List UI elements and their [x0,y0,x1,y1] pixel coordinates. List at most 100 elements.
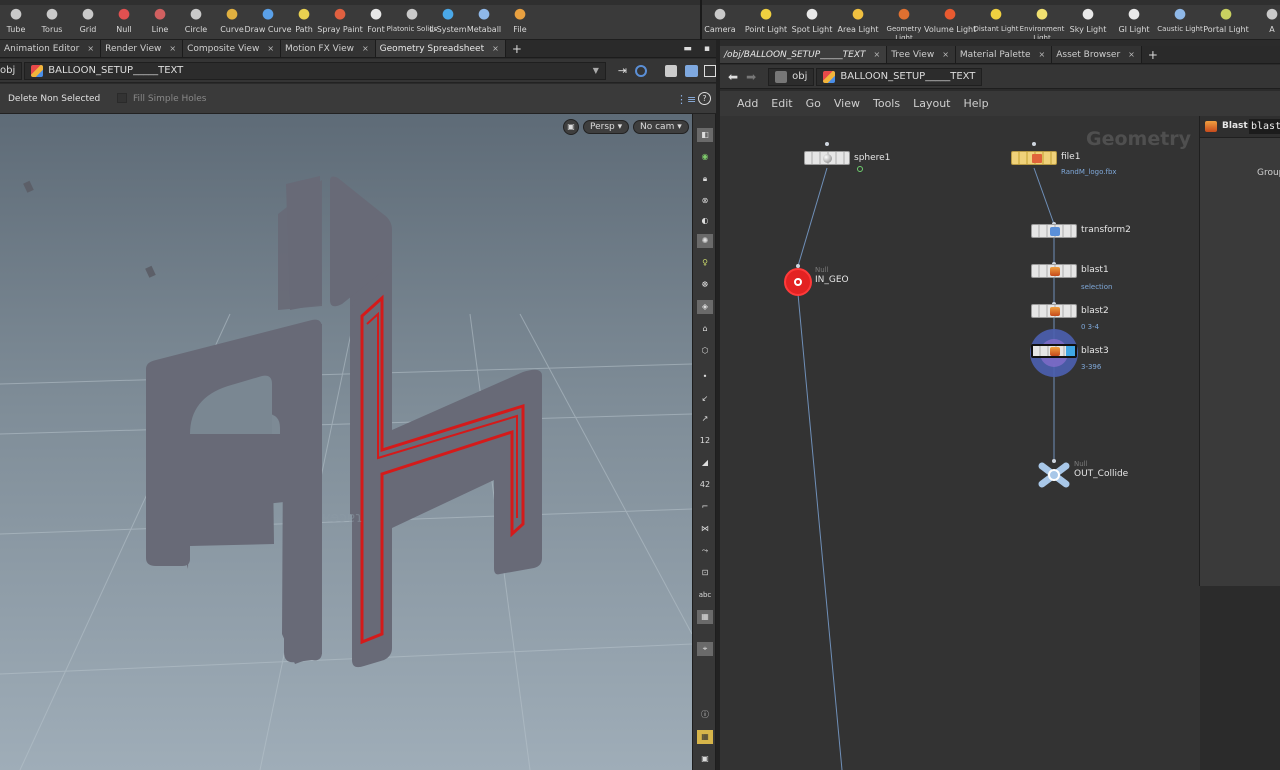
back-arrow-icon[interactable]: ⬅ [728,70,738,84]
close-icon[interactable]: × [267,44,274,53]
location-icon[interactable]: ⌖ [697,642,713,656]
viewport-lock-icon[interactable]: ▣ [563,119,579,135]
camera-icon[interactable]: ⌂ [697,322,713,336]
display-options-icon[interactable]: ⋮≡ [676,93,696,106]
tab-motion-fx-view[interactable]: Motion FX View × [281,40,376,57]
network-editor[interactable]: Geometry sphere1 Null IN_GEO file1 RandM… [720,116,1200,770]
node-out-collide[interactable] [1037,461,1071,489]
forward-arrow-icon[interactable]: ➡ [746,70,756,84]
shelf-tool-distant-light[interactable]: Distant Light [970,7,1022,34]
tab-network-editor[interactable]: /obj/BALLOON_SETUP_____TEXT × [720,46,888,63]
delete-non-selected-toggle[interactable]: Delete Non Selected [8,94,100,104]
path-root[interactable]: obj [768,67,815,86]
shelf-tool-file[interactable]: File [494,7,546,34]
close-icon[interactable]: × [169,44,176,53]
close-icon[interactable]: × [1039,50,1046,59]
shelf-tool-spot-light[interactable]: Spot Light [786,7,838,34]
shelf-tool-point-light[interactable]: Point Light [740,7,792,34]
tab-composite-view[interactable]: Composite View × [183,40,282,57]
close-icon[interactable]: × [362,44,369,53]
node-file1[interactable] [1011,151,1057,165]
uv-icon[interactable]: ⌐ [697,500,713,514]
camera-menu[interactable]: No cam ▾ [633,120,689,134]
menu-add[interactable]: Add [737,97,758,110]
vertex-normals-icon[interactable]: ↗ [697,412,713,426]
viewport-scene[interactable]: ʁɘɔɐɿ [0,114,692,770]
visibility-icon[interactable]: ◉ [697,150,713,164]
shading-icon[interactable]: ◐ [697,214,713,228]
prim-normals-icon[interactable]: ◢ [697,456,713,470]
grid-toggle-icon[interactable]: ▦ [697,730,713,744]
pane-menu-icon[interactable]: ▬ [677,40,698,57]
maximize-icon[interactable] [704,64,716,77]
link-icon[interactable] [635,64,647,77]
prim-numbers-icon[interactable]: 42 [697,478,713,492]
tab-tree-view[interactable]: Tree View × [887,46,956,63]
add-tab-icon[interactable]: + [506,40,528,57]
close-icon[interactable]: × [492,44,499,53]
menu-layout[interactable]: Layout [913,97,950,110]
hull-icon[interactable]: ⋈ [697,522,713,536]
info-icon[interactable]: ⓘ [697,708,713,722]
shelf-tab-strip[interactable] [702,0,1280,5]
snapshot-icon[interactable]: ▣ [697,752,713,766]
node-blast2[interactable] [1031,304,1077,318]
shelf-tool-caustic-light[interactable]: Caustic Light [1154,7,1206,34]
persp-menu[interactable]: Persp ▾ [583,120,630,134]
menu-tools[interactable]: Tools [873,97,900,110]
pin-icon[interactable]: ⇥ [618,64,627,77]
camera-light-icon[interactable]: ☸ [697,278,713,292]
profile-icon[interactable]: ⤳ [697,544,713,558]
tab-material-palette[interactable]: Material Palette × [955,46,1053,63]
node-in-geo[interactable] [784,268,812,296]
shelf-tool-area-light[interactable]: Area Light [832,7,884,34]
shelf-tool-geometry-light[interactable]: Geometry Light [878,7,930,39]
tab-render-view[interactable]: Render View × [101,40,184,57]
shelf-tool-sky-light[interactable]: Sky Light [1062,7,1114,34]
display-icon[interactable] [684,64,699,77]
menu-view[interactable]: View [834,97,860,110]
group-icon[interactable]: ⬡ [697,344,713,358]
fill-simple-holes-checkbox[interactable] [117,93,127,103]
point-numbers-icon[interactable]: 12 [697,434,713,448]
point-icon[interactable]: • [697,370,713,384]
menu-help[interactable]: Help [964,97,989,110]
param-node-name-field[interactable]: blast [1249,119,1280,134]
close-icon[interactable]: × [874,50,881,59]
lock-icon[interactable]: 🔒︎ [697,172,713,186]
node-blast1[interactable] [1031,264,1077,278]
maximize-pane-icon[interactable]: ▪ [698,40,716,57]
shelf-tool-environment-light[interactable]: Environment Light [1016,7,1068,39]
wireframe-icon[interactable]: ⊡ [697,566,713,580]
tab-geometry-spreadsheet[interactable]: Geometry Spreadsheet × [375,40,506,57]
add-tab-icon[interactable]: + [1142,46,1164,63]
display-flag[interactable] [1066,346,1075,356]
help-icon[interactable]: ? [698,92,711,105]
tab-asset-browser[interactable]: Asset Browser × [1052,46,1142,63]
image-icon[interactable]: ▦ [697,610,713,624]
close-icon[interactable]: × [942,50,949,59]
node-transform2[interactable] [1031,224,1077,238]
path-root[interactable]: obj [0,61,23,80]
light-bulb-icon[interactable]: ♀ [697,256,713,270]
normals-icon[interactable]: ↙ [697,392,713,406]
ghost-icon[interactable]: ◈ [697,300,713,314]
tab-animation-editor[interactable]: Animation Editor × [0,40,102,57]
path-node[interactable]: BALLOON_SETUP_____TEXT ▼ [24,61,606,80]
render-icon[interactable] [664,64,677,77]
shelf-tool-portal-light[interactable]: Portal Light [1200,7,1252,34]
pane-divider[interactable] [700,0,702,40]
close-icon[interactable]: × [87,44,94,53]
snap-icon[interactable]: ⊗ [697,194,713,208]
text-labels-icon[interactable]: abc [697,588,713,602]
close-icon[interactable]: × [1128,50,1135,59]
node-sphere1[interactable] [804,151,850,165]
shelf-tool-volume-light[interactable]: Volume Light [924,7,976,34]
shelf-tab-strip[interactable] [0,0,700,5]
scene-viewport[interactable]: ʁɘɔɐɿ ▣ Persp ▾ No cam ▾ [0,114,692,770]
menu-edit[interactable]: Edit [771,97,792,110]
chevron-down-icon[interactable]: ▼ [593,66,599,75]
path-node[interactable]: BALLOON_SETUP_____TEXT [816,67,983,86]
display-options-icon[interactable]: ◧ [697,128,713,142]
shelf-tool-gi-light[interactable]: GI Light [1108,7,1160,34]
